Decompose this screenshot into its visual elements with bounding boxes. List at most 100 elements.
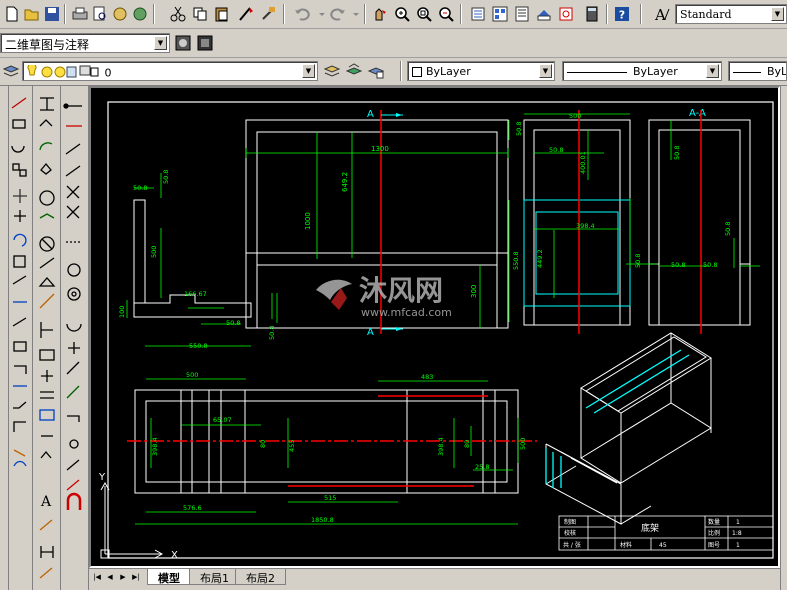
dim-plan-80a: 80 <box>259 440 267 448</box>
dim-side-inner-h: 449.2 <box>536 249 544 268</box>
tb-sheets: 共 / 张 <box>563 541 581 549</box>
cut-icon[interactable] <box>168 4 188 24</box>
print-icon[interactable] <box>70 4 90 24</box>
new-file-icon[interactable] <box>2 4 22 24</box>
dim-side-400: 400.01 <box>579 151 587 174</box>
dim-plan-25: 25.8 <box>475 463 489 471</box>
tb-check: 校核 <box>564 529 576 537</box>
tool-palettes-icon[interactable] <box>512 4 532 24</box>
tb-qty: 1 <box>736 519 740 526</box>
zoom-previous-icon[interactable] <box>436 4 456 24</box>
dim-plan-455: 455 <box>288 440 296 452</box>
layer-select[interactable]: 0 ▼ <box>22 61 318 81</box>
workspace-save-icon[interactable] <box>195 33 215 53</box>
block-editor-icon[interactable] <box>258 4 278 24</box>
dim-plan-398a: 398.4 <box>151 437 159 456</box>
svg-text:A: A <box>40 494 52 510</box>
section-mark-top: A <box>367 109 374 120</box>
markup-set-icon[interactable] <box>556 4 576 24</box>
paste-icon[interactable] <box>212 4 232 24</box>
dim-front-inner: 649.2 <box>341 172 349 192</box>
open-file-icon[interactable] <box>22 4 42 24</box>
first-tab-icon[interactable]: |◀ <box>91 571 103 583</box>
workspace-settings-icon[interactable] <box>173 33 193 53</box>
dim-sv-d: 50.8 <box>703 261 717 269</box>
chevron-down-icon[interactable]: ▼ <box>706 64 719 78</box>
text-style-select[interactable]: Standard ▼ <box>675 4 787 24</box>
lineweight-value: ByL <box>767 65 787 78</box>
layers-properties-toolbar: 0 ▼ ByLayer ▼ ByLayer ▼ ByL <box>0 58 787 86</box>
tb-draw: 制图 <box>564 518 576 526</box>
dim-plan-500: 500 <box>186 371 198 379</box>
help-icon[interactable]: ? <box>612 4 632 24</box>
dim-sv-c: 50.8 <box>671 261 685 269</box>
erase-icon <box>11 97 27 109</box>
dim-front-width: 1300 <box>371 145 389 153</box>
tab-layout1[interactable]: 布局1 <box>189 569 240 585</box>
dim-ld-w1: 166.67 <box>184 290 207 298</box>
section-mark-bottom: A <box>367 327 374 338</box>
dim-plan-65: 65.07 <box>213 416 232 424</box>
drawing-canvas[interactable]: 1300 1000 649.2 300 A A 50.8 50.8 500 10… <box>89 86 780 568</box>
chevron-down-icon[interactable]: ▼ <box>154 36 167 50</box>
layer-state-icons <box>27 62 101 80</box>
tab-layout2-label: 布局2 <box>246 572 275 585</box>
match-properties-icon[interactable] <box>236 4 256 24</box>
dim-ld-top: 50.8 <box>133 184 147 192</box>
copy-icon[interactable] <box>190 4 210 24</box>
design-center-icon[interactable] <box>490 4 510 24</box>
zoom-window-icon[interactable] <box>414 4 434 24</box>
tab-layout2[interactable]: 布局2 <box>235 569 286 585</box>
tb-name: 底架 <box>641 522 659 534</box>
sheet-set-icon[interactable] <box>534 4 554 24</box>
text-style-value: Standard <box>680 8 732 21</box>
redo-icon[interactable] <box>328 4 348 24</box>
watermark-url: www.mfcad.com <box>361 306 452 319</box>
redo-dropdown-icon[interactable] <box>346 4 366 24</box>
color-value: ByLayer <box>426 65 471 78</box>
lineweight-select[interactable]: ByL <box>728 61 787 81</box>
print-preview-icon[interactable] <box>90 4 110 24</box>
dim-ld-w4: 50.8 <box>268 326 276 340</box>
text-style-icon[interactable]: A <box>652 4 672 24</box>
dim-sv-e: 50.8 <box>724 222 732 236</box>
color-select[interactable]: ByLayer ▼ <box>407 61 555 81</box>
dim-front-height: 1000 <box>304 212 312 230</box>
calculator-icon[interactable] <box>582 4 602 24</box>
make-object-layer-current-icon[interactable] <box>322 61 342 81</box>
prev-tab-icon[interactable]: ◀ <box>104 571 116 583</box>
chevron-down-icon[interactable]: ▼ <box>302 64 315 78</box>
chevron-down-icon[interactable]: ▼ <box>539 64 552 78</box>
drawing-border <box>107 101 774 559</box>
linetype-select[interactable]: ByLayer ▼ <box>562 61 722 81</box>
properties-icon[interactable] <box>468 4 488 24</box>
layer-states-icon[interactable] <box>366 61 386 81</box>
dim-side-top: 500 <box>569 112 581 120</box>
layer-previous-icon[interactable] <box>344 61 364 81</box>
tool-icons[interactable]: A <box>0 86 89 590</box>
last-tab-icon[interactable]: ▶| <box>130 571 142 583</box>
dim-ld-h2: 500 <box>150 246 158 258</box>
color-swatch <box>412 67 422 77</box>
layer-manager-icon[interactable] <box>1 61 21 81</box>
dim-plan-500b: 500 <box>519 438 527 450</box>
left-tool-palettes: A <box>0 86 89 590</box>
save-icon[interactable] <box>42 4 62 24</box>
tab-model[interactable]: 模型 <box>147 569 191 585</box>
ucs-y-label: Y <box>98 472 106 483</box>
dim-side-508: 50.8 <box>515 122 523 136</box>
plot-3d-icon[interactable] <box>130 4 150 24</box>
undo-icon[interactable] <box>292 4 312 24</box>
right-scroll-edge[interactable] <box>780 86 787 590</box>
linetype-value: ByLayer <box>633 65 678 78</box>
dim-ld-w3: 550.8 <box>189 342 208 350</box>
next-tab-icon[interactable]: ▶ <box>117 571 129 583</box>
zoom-realtime-icon[interactable] <box>392 4 412 24</box>
dim-plan-483: 483 <box>421 373 433 381</box>
workspace-select[interactable]: 二维草图与注释 ▼ <box>0 33 170 53</box>
pan-realtime-icon[interactable] <box>370 4 390 24</box>
chevron-down-icon[interactable]: ▼ <box>771 7 784 21</box>
ucs-x-label: X <box>171 550 178 561</box>
publish-icon[interactable] <box>110 4 130 24</box>
dim-side-b: 50.8 <box>549 146 563 154</box>
